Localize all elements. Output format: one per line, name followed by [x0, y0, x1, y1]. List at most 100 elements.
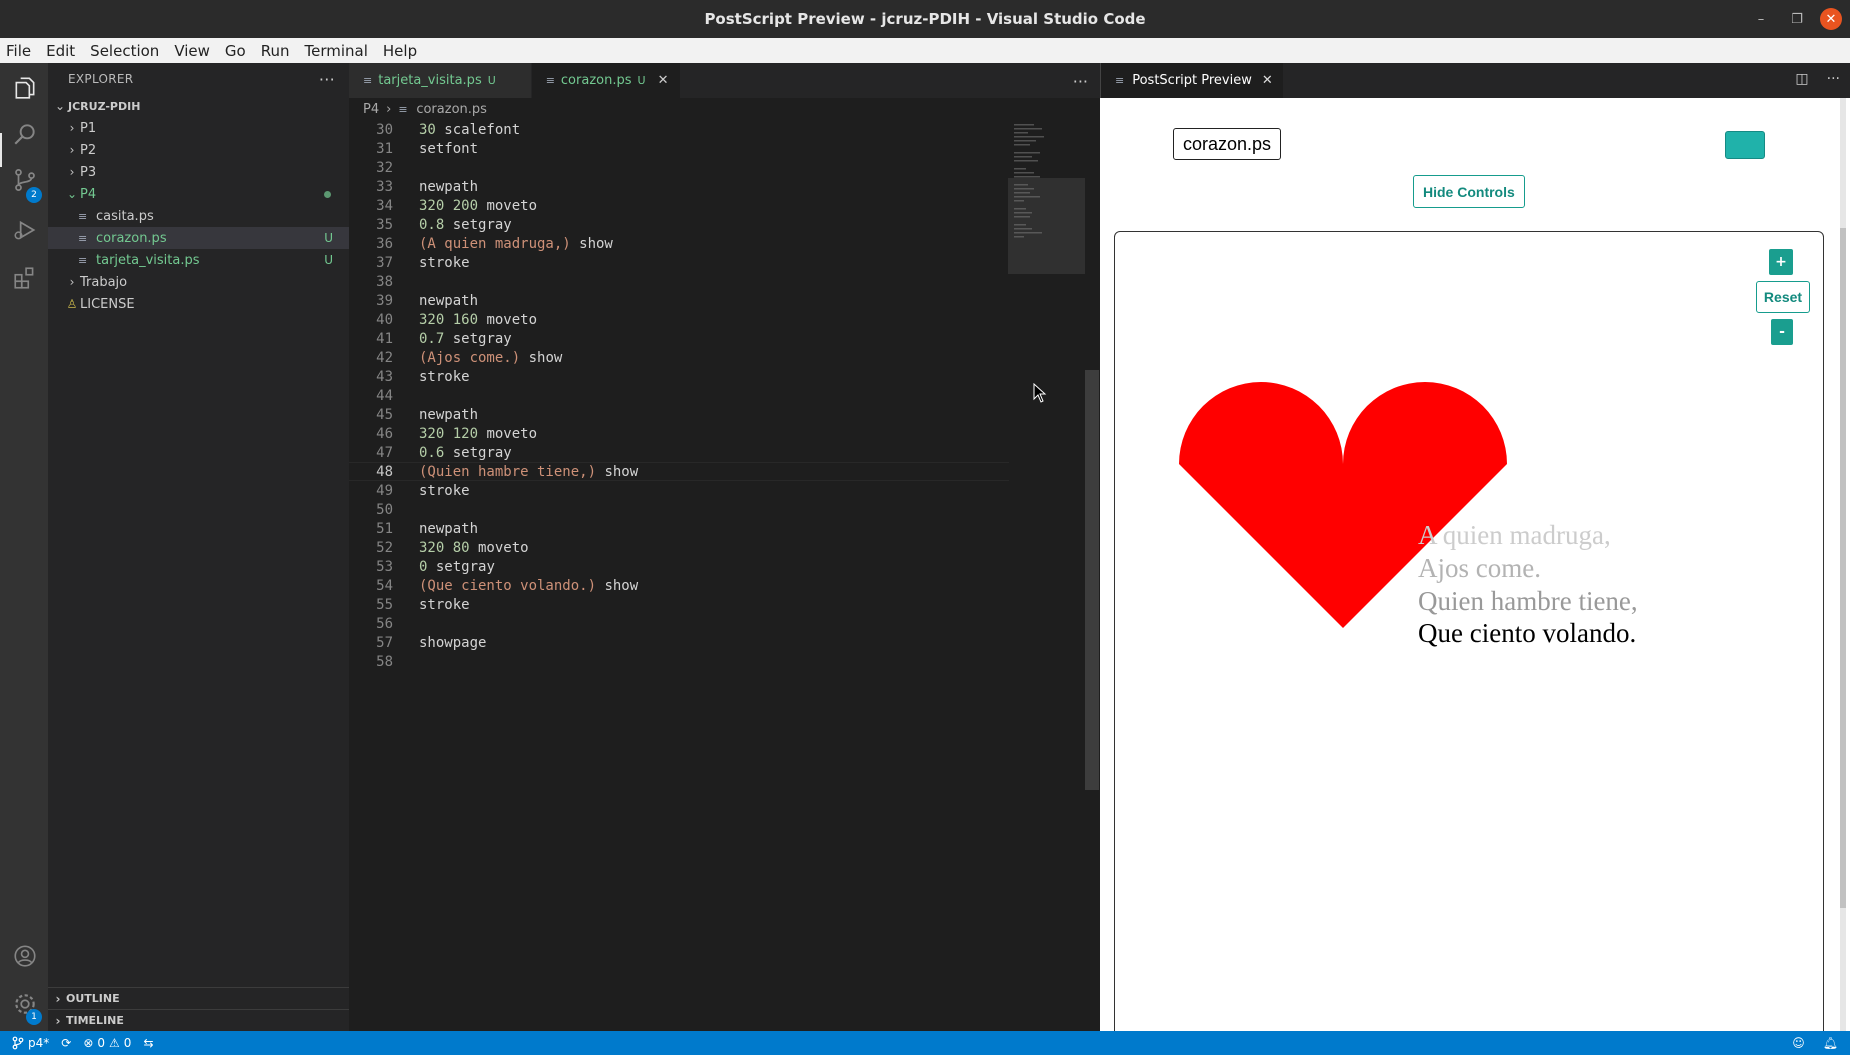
file-icon: ≡ [78, 231, 88, 245]
code-line[interactable]: 35 0.8 setgray [349, 215, 1009, 234]
split-editor-icon[interactable]: ◫ [1795, 71, 1808, 87]
code-line[interactable]: 36 (A quien madruga,) show [349, 234, 1009, 253]
line-number: 34 [376, 197, 393, 214]
code-line[interactable]: 40 320 160 moveto [349, 310, 1009, 329]
timeline-title: TIMELINE [66, 1014, 124, 1027]
branch-name: p4* [28, 1036, 50, 1050]
notifications-bell-icon[interactable]: 🔔︎ [1823, 1036, 1838, 1050]
extensions-icon[interactable] [12, 265, 38, 291]
editor-scrollbar[interactable] [1085, 370, 1099, 790]
code-line[interactable]: 32 [349, 158, 1009, 177]
menu-file[interactable]: File [6, 42, 31, 60]
code-line[interactable]: 47 0.6 setgray [349, 443, 1009, 462]
tree-file-license[interactable]: ♙ LICENSE [48, 293, 349, 315]
code-operator-token: show [596, 577, 639, 594]
code-line[interactable]: 48 (Quien hambre tiene,) show [349, 462, 1009, 481]
account-icon[interactable] [12, 943, 38, 969]
search-icon[interactable] [12, 121, 38, 147]
code-line[interactable]: 49 stroke [349, 481, 1009, 500]
code-line[interactable]: 58 [349, 652, 1009, 671]
code-line[interactable]: 41 0.7 setgray [349, 329, 1009, 348]
code-line[interactable]: 53 0 setgray [349, 557, 1009, 576]
minimap-slider[interactable] [1008, 178, 1085, 274]
code-text: 30 scalefont [419, 122, 520, 138]
tree-file-corazon[interactable]: ≡ corazon.ps U [48, 227, 349, 249]
code-line[interactable]: 54 (Que ciento volando.) show [349, 576, 1009, 595]
menu-view[interactable]: View [174, 42, 210, 60]
tab-tarjeta-visita[interactable]: ≡ tarjeta_visita.ps U ✕ [349, 63, 532, 98]
code-line[interactable]: 52 320 80 moveto [349, 538, 1009, 557]
preview-scrollbar[interactable] [1836, 98, 1850, 1031]
menu-run[interactable]: Run [261, 42, 290, 60]
code-line[interactable]: 44 [349, 386, 1009, 405]
sync-icon[interactable]: ⟳ [61, 1036, 71, 1050]
line-number: 55 [376, 596, 393, 613]
code-line[interactable]: 37 stroke [349, 253, 1009, 272]
menu-help[interactable]: Help [383, 42, 417, 60]
code-line[interactable]: 31 setfont [349, 139, 1009, 158]
tree-folder-p4[interactable]: ⌄ P4 [48, 183, 349, 205]
minimize-button[interactable]: – [1750, 8, 1772, 30]
code-line[interactable]: 42 (Ajos come.) show [349, 348, 1009, 367]
code-text: 0.7 setgray [419, 331, 512, 347]
code-line[interactable]: 39 newpath [349, 291, 1009, 310]
line-number: 41 [376, 330, 393, 347]
outline-section[interactable]: › OUTLINE [48, 987, 349, 1009]
tree-folder-p3[interactable]: › P3 [48, 161, 349, 183]
code-text: newpath [419, 179, 478, 195]
tree-item-label: P3 [80, 164, 97, 180]
code-line[interactable]: 50 [349, 500, 1009, 519]
tree-file-tarjeta[interactable]: ≡ tarjeta_visita.ps U [48, 249, 349, 271]
code-line[interactable]: 45 newpath [349, 405, 1009, 424]
tree-item-label: P2 [80, 142, 97, 158]
chevron-right-icon: › [55, 1013, 61, 1028]
tab-corazon[interactable]: ≡ corazon.ps U ✕ [531, 63, 682, 98]
line-number: 33 [376, 178, 393, 195]
code-line[interactable]: 33 newpath [349, 177, 1009, 196]
chevron-right-icon: › [55, 991, 61, 1006]
run-debug-icon[interactable] [12, 217, 38, 243]
breadcrumb: P4 › ≡ corazon.ps [349, 98, 1100, 120]
more-actions-icon[interactable]: ··· [319, 70, 335, 89]
tree-folder-p1[interactable]: › P1 [48, 117, 349, 139]
more-actions-icon[interactable]: ··· [1827, 71, 1840, 87]
code-line[interactable]: 55 stroke [349, 595, 1009, 614]
close-tab-icon[interactable]: ✕ [1262, 73, 1273, 88]
tree-folder-trabajo[interactable]: › Trabajo [48, 271, 349, 293]
menu-terminal[interactable]: Terminal [305, 42, 368, 60]
tab-postscript-preview[interactable]: ≡ PostScript Preview ✕ [1101, 63, 1283, 98]
breadcrumb-folder[interactable]: P4 [363, 102, 379, 117]
timeline-section[interactable]: › TIMELINE [48, 1009, 349, 1031]
menu-edit[interactable]: Edit [46, 42, 75, 60]
restore-button[interactable]: ❐ [1786, 8, 1808, 30]
workspace-root[interactable]: ⌄ JCRUZ-PDIH [48, 95, 349, 117]
settings-badge: 1 [26, 1009, 42, 1025]
code-operator-token: stroke [419, 596, 470, 613]
code-line[interactable]: 56 [349, 614, 1009, 633]
code-line[interactable]: 51 newpath [349, 519, 1009, 538]
code-editor[interactable]: 30 30 scalefont 31 setfont 32 33 newpath 34 320 … [349, 120, 1009, 1031]
breadcrumb-file[interactable]: corazon.ps [416, 102, 487, 117]
code-line[interactable]: 30 30 scalefont [349, 120, 1009, 139]
menu-go[interactable]: Go [225, 42, 246, 60]
branch-indicator[interactable]: p4* [12, 1036, 49, 1050]
code-number-token: 320 120 [419, 425, 479, 442]
explorer-icon[interactable] [12, 75, 38, 101]
code-line[interactable]: 57 showpage [349, 633, 1009, 652]
menu-bar: File Edit Selection View Go Run Terminal… [0, 38, 1850, 63]
tree-file-casita[interactable]: ≡ casita.ps [48, 205, 349, 227]
more-actions-icon[interactable]: ··· [1073, 72, 1088, 91]
live-share-icon[interactable]: ⇆ [143, 1036, 153, 1050]
problems-indicator[interactable]: ⊗ 0 ⚠ 0 [83, 1036, 131, 1050]
code-line[interactable]: 34 320 200 moveto [349, 196, 1009, 215]
close-window-button[interactable]: ✕ [1820, 8, 1842, 30]
menu-selection[interactable]: Selection [90, 42, 159, 60]
code-operator-token: showpage [419, 634, 487, 651]
close-tab-icon[interactable]: ✕ [658, 73, 669, 88]
code-line[interactable]: 46 320 120 moveto [349, 424, 1009, 443]
code-line[interactable]: 43 stroke [349, 367, 1009, 386]
feedback-icon[interactable]: ☺ [1792, 1036, 1805, 1050]
code-text: 320 80 moveto [419, 540, 529, 556]
tree-folder-p2[interactable]: › P2 [48, 139, 349, 161]
code-line[interactable]: 38 [349, 272, 1009, 291]
